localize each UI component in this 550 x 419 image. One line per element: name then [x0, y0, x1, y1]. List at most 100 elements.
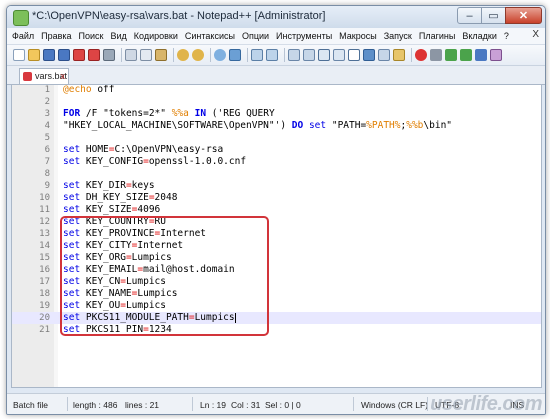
sync-horizontal-icon[interactable]: [303, 49, 315, 61]
spellcheck-icon[interactable]: [490, 49, 502, 61]
save-icon[interactable]: [43, 49, 55, 61]
menu-edit[interactable]: Правка: [41, 31, 71, 41]
status-lines: lines : 21: [125, 400, 160, 410]
code-token: KEY_OU: [80, 300, 121, 311]
doc-map-icon[interactable]: [363, 49, 375, 61]
print-icon[interactable]: [103, 49, 115, 61]
line-number: 3: [44, 109, 50, 119]
line-number: 19: [39, 301, 50, 311]
code-line[interactable]: 1 @echo off: [12, 85, 541, 96]
menu-encoding[interactable]: Кодировки: [134, 31, 178, 41]
menu-plugins[interactable]: Плагины: [419, 31, 455, 41]
record-macro-icon[interactable]: [415, 49, 427, 61]
menu-language[interactable]: Синтаксисы: [185, 31, 235, 41]
zoom-out-icon[interactable]: [266, 49, 278, 61]
close-file-icon[interactable]: [73, 49, 85, 61]
zoom-in-icon[interactable]: [251, 49, 263, 61]
menu-run[interactable]: Запуск: [384, 31, 412, 41]
code-line[interactable]: 10 set DH_KEY_SIZE=2048: [12, 192, 541, 204]
window-title: *C:\OpenVPN\easy-rsa\vars.bat - Notepad+…: [32, 10, 326, 22]
function-list-icon[interactable]: [378, 49, 390, 61]
find-icon[interactable]: [214, 49, 226, 61]
code-line[interactable]: 18 set KEY_NAME=Lumpics: [12, 288, 541, 300]
code-line[interactable]: 14 set KEY_CITY=Internet: [12, 240, 541, 252]
paste-icon[interactable]: [155, 49, 167, 61]
code-line[interactable]: 13 set KEY_PROVINCE=Internet: [12, 228, 541, 240]
code-line[interactable]: 4 "HKEY_LOCAL_MACHINE\SOFTWARE\OpenVPN"')…: [12, 120, 541, 132]
new-file-icon[interactable]: [13, 49, 25, 61]
status-separator: [192, 397, 193, 411]
save-all-icon[interactable]: [58, 49, 70, 61]
code-line[interactable]: 17 set KEY_CN=Lumpics: [12, 276, 541, 288]
cut-icon[interactable]: [125, 49, 137, 61]
undo-icon[interactable]: [177, 49, 189, 61]
code-token: Lumpics: [125, 276, 166, 287]
code-line-current[interactable]: 20 set PKCS11_MODULE_PATH=Lumpics: [12, 312, 541, 324]
menu-view[interactable]: Вид: [111, 31, 127, 41]
close-all-icon[interactable]: [88, 49, 100, 61]
status-separator: [427, 397, 428, 411]
code-line[interactable]: 16 set KEY_EMAIL=mail@host.domain: [12, 264, 541, 276]
code-token: 2048: [154, 192, 178, 203]
copy-icon[interactable]: [140, 49, 152, 61]
code-line[interactable]: 9 set KEY_DIR=keys: [12, 180, 541, 192]
minimize-button[interactable]: –: [457, 7, 482, 24]
line-number: 10: [39, 193, 50, 203]
save-macro-icon[interactable]: [475, 49, 487, 61]
code-token: %PATH%: [366, 120, 401, 131]
code-line[interactable]: 12 set KEY_COUNTRY=RU: [12, 216, 541, 228]
indent-guide-icon[interactable]: [348, 49, 360, 61]
maximize-button[interactable]: ▭: [481, 7, 506, 24]
word-wrap-icon[interactable]: [318, 49, 330, 61]
code-line[interactable]: 21 set PKCS11_PIN=1234: [12, 324, 541, 336]
code-line[interactable]: 11 set KEY_SIZE=4096: [12, 204, 541, 216]
menu-search[interactable]: Поиск: [79, 31, 104, 41]
menu-file[interactable]: Файл: [12, 31, 34, 41]
menu-help[interactable]: ?: [504, 31, 509, 41]
code-token: set: [63, 144, 81, 155]
code-line[interactable]: 8: [12, 168, 541, 180]
menu-tools[interactable]: Инструменты: [276, 31, 332, 41]
menu-macro[interactable]: Макросы: [339, 31, 377, 41]
code-editor[interactable]: 1 @echo off 2 3 FOR /F "tokens=2*" %%a IN …: [11, 84, 542, 388]
tab-close-icon[interactable]: x: [61, 69, 66, 83]
code-line[interactable]: 19 set KEY_OU=Lumpics: [12, 300, 541, 312]
code-token: set: [63, 276, 81, 287]
code-line[interactable]: 7 set KEY_CONFIG=openssl-1.0.0.cnf: [12, 156, 541, 168]
code-token: KEY_CONFIG: [80, 156, 144, 167]
text-caret: [234, 312, 236, 323]
code-token: \bin": [423, 120, 453, 131]
editor-lines: 1 @echo off 2 3 FOR /F "tokens=2*" %%a IN …: [12, 85, 541, 336]
code-token: keys: [131, 180, 155, 191]
menu-settings[interactable]: Опции: [242, 31, 269, 41]
toolbar-separator: [247, 48, 248, 62]
code-line[interactable]: 2: [12, 96, 541, 108]
play-macro-icon[interactable]: [445, 49, 457, 61]
code-token: DH_KEY_SIZE: [80, 192, 149, 203]
code-token: ('REG QUERY: [206, 108, 275, 119]
code-line[interactable]: 5: [12, 132, 541, 144]
code-token: FOR: [63, 108, 81, 119]
title-bar[interactable]: *C:\OpenVPN\easy-rsa\vars.bat - Notepad+…: [7, 6, 545, 28]
show-all-chars-icon[interactable]: [333, 49, 345, 61]
code-token: %%a: [165, 108, 195, 119]
tab-vars-bat[interactable]: vars.bat x: [19, 68, 69, 84]
code-line[interactable]: 6 set HOME=C:\OpenVPN\easy-rsa: [12, 144, 541, 156]
menu-window[interactable]: Вкладки: [462, 31, 497, 41]
redo-icon[interactable]: [192, 49, 204, 61]
sync-scroll-icon[interactable]: [288, 49, 300, 61]
open-file-icon[interactable]: [28, 49, 40, 61]
close-document-icon[interactable]: X: [532, 29, 539, 40]
code-token: PKCS11_MODULE_PATH: [80, 312, 189, 323]
stop-macro-icon[interactable]: [430, 49, 442, 61]
line-number: 16: [39, 265, 50, 275]
replace-icon[interactable]: [229, 49, 241, 61]
folder-workspace-icon[interactable]: [393, 49, 405, 61]
run-multiple-macro-icon[interactable]: [460, 49, 472, 61]
close-button[interactable]: ✕: [505, 7, 542, 24]
code-line[interactable]: 15 set KEY_ORG=Lumpics: [12, 252, 541, 264]
code-token: set: [63, 312, 81, 323]
line-number: 8: [44, 169, 50, 179]
code-line[interactable]: 3 FOR /F "tokens=2*" %%a IN ('REG QUERY: [12, 108, 541, 120]
code-token: set: [63, 324, 81, 335]
